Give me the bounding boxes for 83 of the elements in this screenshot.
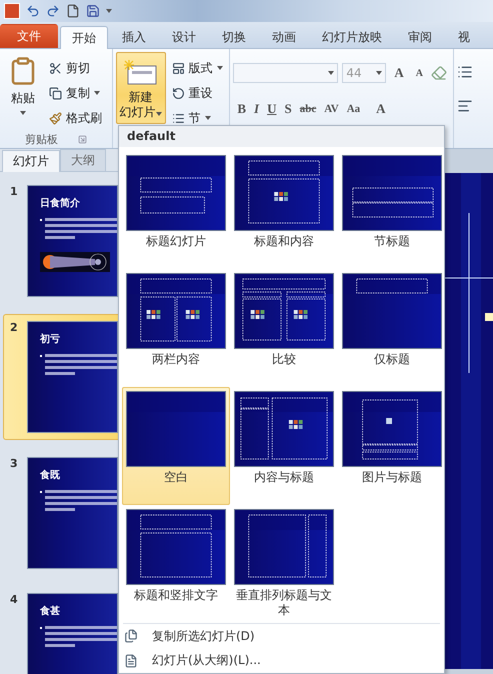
slide-thumbnail[interactable]: 3 食既 bbox=[3, 450, 118, 576]
slide-title: 日食简介 bbox=[40, 196, 81, 210]
new-document-icon[interactable] bbox=[66, 4, 80, 18]
scissors-icon bbox=[49, 62, 62, 74]
copy-icon bbox=[49, 86, 62, 100]
layout-option[interactable]: 标题和内容 bbox=[230, 150, 338, 269]
slide-title: 初亏 bbox=[40, 332, 61, 346]
ribbon-tab[interactable]: 视 bbox=[446, 25, 482, 48]
new-slide-button[interactable]: 新建 幻灯片 bbox=[116, 52, 166, 124]
reset-button[interactable]: 重设 bbox=[170, 82, 225, 104]
panel-tab[interactable]: 幻灯片 bbox=[2, 150, 60, 172]
layout-option[interactable]: 标题和竖排文字 bbox=[122, 504, 230, 623]
cut-button[interactable]: 剪切 bbox=[47, 57, 104, 79]
copy-button[interactable]: 复制 bbox=[47, 82, 104, 104]
layout-option[interactable]: 仅标题 bbox=[338, 268, 446, 387]
font-color-button[interactable]: A bbox=[372, 98, 390, 120]
layout-button[interactable]: 版式 bbox=[170, 57, 225, 79]
align-left-icon[interactable] bbox=[456, 98, 473, 114]
layout-option[interactable]: 比较 bbox=[230, 268, 338, 387]
format-button[interactable]: AV bbox=[320, 98, 343, 120]
format-painter-button[interactable]: 格式刷 bbox=[47, 107, 104, 129]
paintbrush-icon bbox=[49, 112, 62, 124]
shrink-font-button[interactable]: A bbox=[412, 62, 427, 84]
ribbon-tab[interactable]: 审阅 bbox=[396, 25, 444, 48]
section-icon bbox=[172, 112, 185, 124]
slide-thumbnail[interactable]: 4 食甚 bbox=[3, 586, 118, 674]
file-tab[interactable]: 文件 bbox=[0, 24, 58, 48]
bullet-list-icon[interactable] bbox=[456, 64, 473, 80]
paste-button[interactable]: 粘贴 bbox=[3, 52, 43, 130]
menu-item[interactable]: 幻灯片(从大纲)(L)... bbox=[119, 648, 444, 673]
slide-number: 1 bbox=[10, 185, 19, 200]
caret-icon bbox=[94, 91, 100, 95]
layout-option[interactable]: 两栏内容 bbox=[122, 268, 230, 387]
layout-option[interactable]: 节标题 bbox=[338, 150, 446, 269]
slide-number: 4 bbox=[10, 593, 19, 608]
format-button[interactable]: abc bbox=[296, 98, 320, 120]
menu-item[interactable]: 复制所选幻灯片(D) bbox=[119, 624, 444, 648]
ribbon-tab[interactable]: 开始 bbox=[60, 26, 108, 49]
caret-icon bbox=[20, 111, 26, 115]
slide-title: 食既 bbox=[40, 468, 61, 482]
dialog-launcher-icon[interactable] bbox=[78, 134, 87, 144]
layout-option[interactable]: 图片与标题 bbox=[338, 386, 446, 505]
slide-thumbnail[interactable]: 1 日食简介 bbox=[3, 178, 118, 304]
section-button[interactable]: 节 bbox=[170, 107, 225, 129]
ribbon-tab[interactable]: 动画 bbox=[260, 25, 308, 48]
grow-font-button[interactable]: A bbox=[390, 62, 408, 84]
eclipse-drawing bbox=[40, 252, 110, 272]
slides-icon bbox=[124, 654, 138, 668]
layout-option[interactable]: 垂直排列标题与文本 bbox=[230, 504, 338, 623]
redo-icon[interactable] bbox=[46, 4, 60, 18]
format-button[interactable]: S bbox=[280, 98, 296, 120]
app-icon[interactable] bbox=[4, 3, 20, 19]
reset-icon bbox=[172, 86, 185, 100]
slides-icon bbox=[124, 629, 138, 644]
layout-option[interactable]: 标题幻灯片 bbox=[122, 150, 230, 269]
gallery-header: default bbox=[119, 126, 444, 147]
font-name-field[interactable] bbox=[233, 63, 338, 83]
ribbon-tab[interactable]: 切换 bbox=[210, 25, 258, 48]
caret-icon bbox=[376, 71, 382, 75]
ribbon-tab[interactable]: 设计 bbox=[160, 25, 208, 48]
slide-thumbnail[interactable]: 2 初亏 bbox=[3, 314, 118, 440]
undo-icon[interactable] bbox=[26, 4, 40, 18]
layout-option[interactable]: 空白 bbox=[122, 386, 230, 505]
save-icon[interactable] bbox=[86, 4, 100, 18]
layout-option[interactable]: 内容与标题 bbox=[230, 386, 338, 505]
panel-tab[interactable]: 大纲 bbox=[60, 149, 106, 171]
caret-icon bbox=[156, 112, 162, 116]
slide-number: 2 bbox=[10, 321, 19, 336]
slide-number: 3 bbox=[10, 457, 19, 472]
slide-title: 食甚 bbox=[40, 604, 61, 618]
layout-icon bbox=[172, 62, 185, 74]
ribbon-tab[interactable]: 插入 bbox=[110, 25, 158, 48]
caret-icon bbox=[204, 116, 211, 120]
format-button[interactable]: I bbox=[250, 98, 264, 120]
format-button[interactable]: B bbox=[233, 98, 250, 120]
caret-icon bbox=[106, 9, 112, 13]
caret-icon bbox=[216, 66, 223, 70]
ribbon-tab[interactable]: 幻灯片放映 bbox=[310, 25, 394, 48]
new-slide-icon bbox=[124, 60, 158, 86]
format-button[interactable]: U bbox=[263, 98, 280, 120]
group-label: 剪贴板 bbox=[24, 132, 58, 146]
caret-icon bbox=[328, 71, 334, 75]
format-button[interactable]: Aa bbox=[342, 98, 364, 120]
